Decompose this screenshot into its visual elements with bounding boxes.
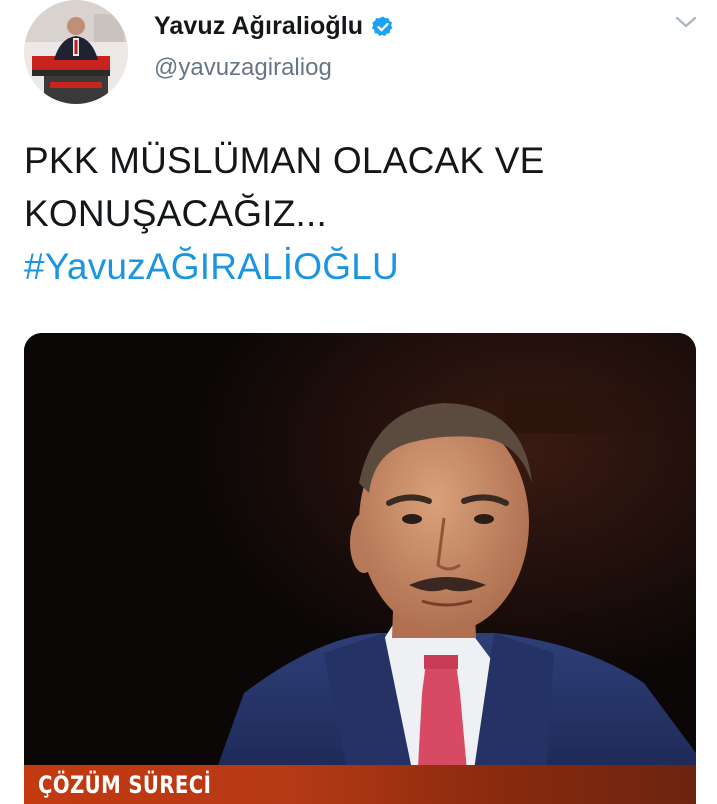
media-image [24,333,696,804]
tweet-card[interactable]: Yavuz Ağıralioğlu @yavuzagiraliog PKK MÜ… [0,0,717,804]
avatar-photo [24,0,128,104]
avatar[interactable] [24,0,128,104]
tweet-media[interactable]: ÇÖZÜM SÜRECİ [24,333,696,804]
tv-lower-third-banner: ÇÖZÜM SÜRECİ [24,765,696,804]
author-handle[interactable]: @yavuzagiraliog [154,54,332,82]
tweet-text-line-2: KONUŞACAĞIZ... [24,193,327,234]
tweet-text-line-1: PKK MÜSLÜMAN OLACAK VE [24,140,545,181]
lower-third-label: ÇÖZÜM SÜRECİ [38,771,212,799]
hashtag-link[interactable]: #YavuzAĞIRALİOĞLU [24,240,684,293]
verified-badge-icon [371,15,395,39]
chevron-down-icon[interactable] [673,12,699,32]
author-display-name[interactable]: Yavuz Ağıralioğlu [154,12,363,41]
author-name-row[interactable]: Yavuz Ağıralioğlu [154,12,395,41]
tweet-text: PKK MÜSLÜMAN OLACAK VE KONUŞACAĞIZ... #Y… [24,134,684,293]
